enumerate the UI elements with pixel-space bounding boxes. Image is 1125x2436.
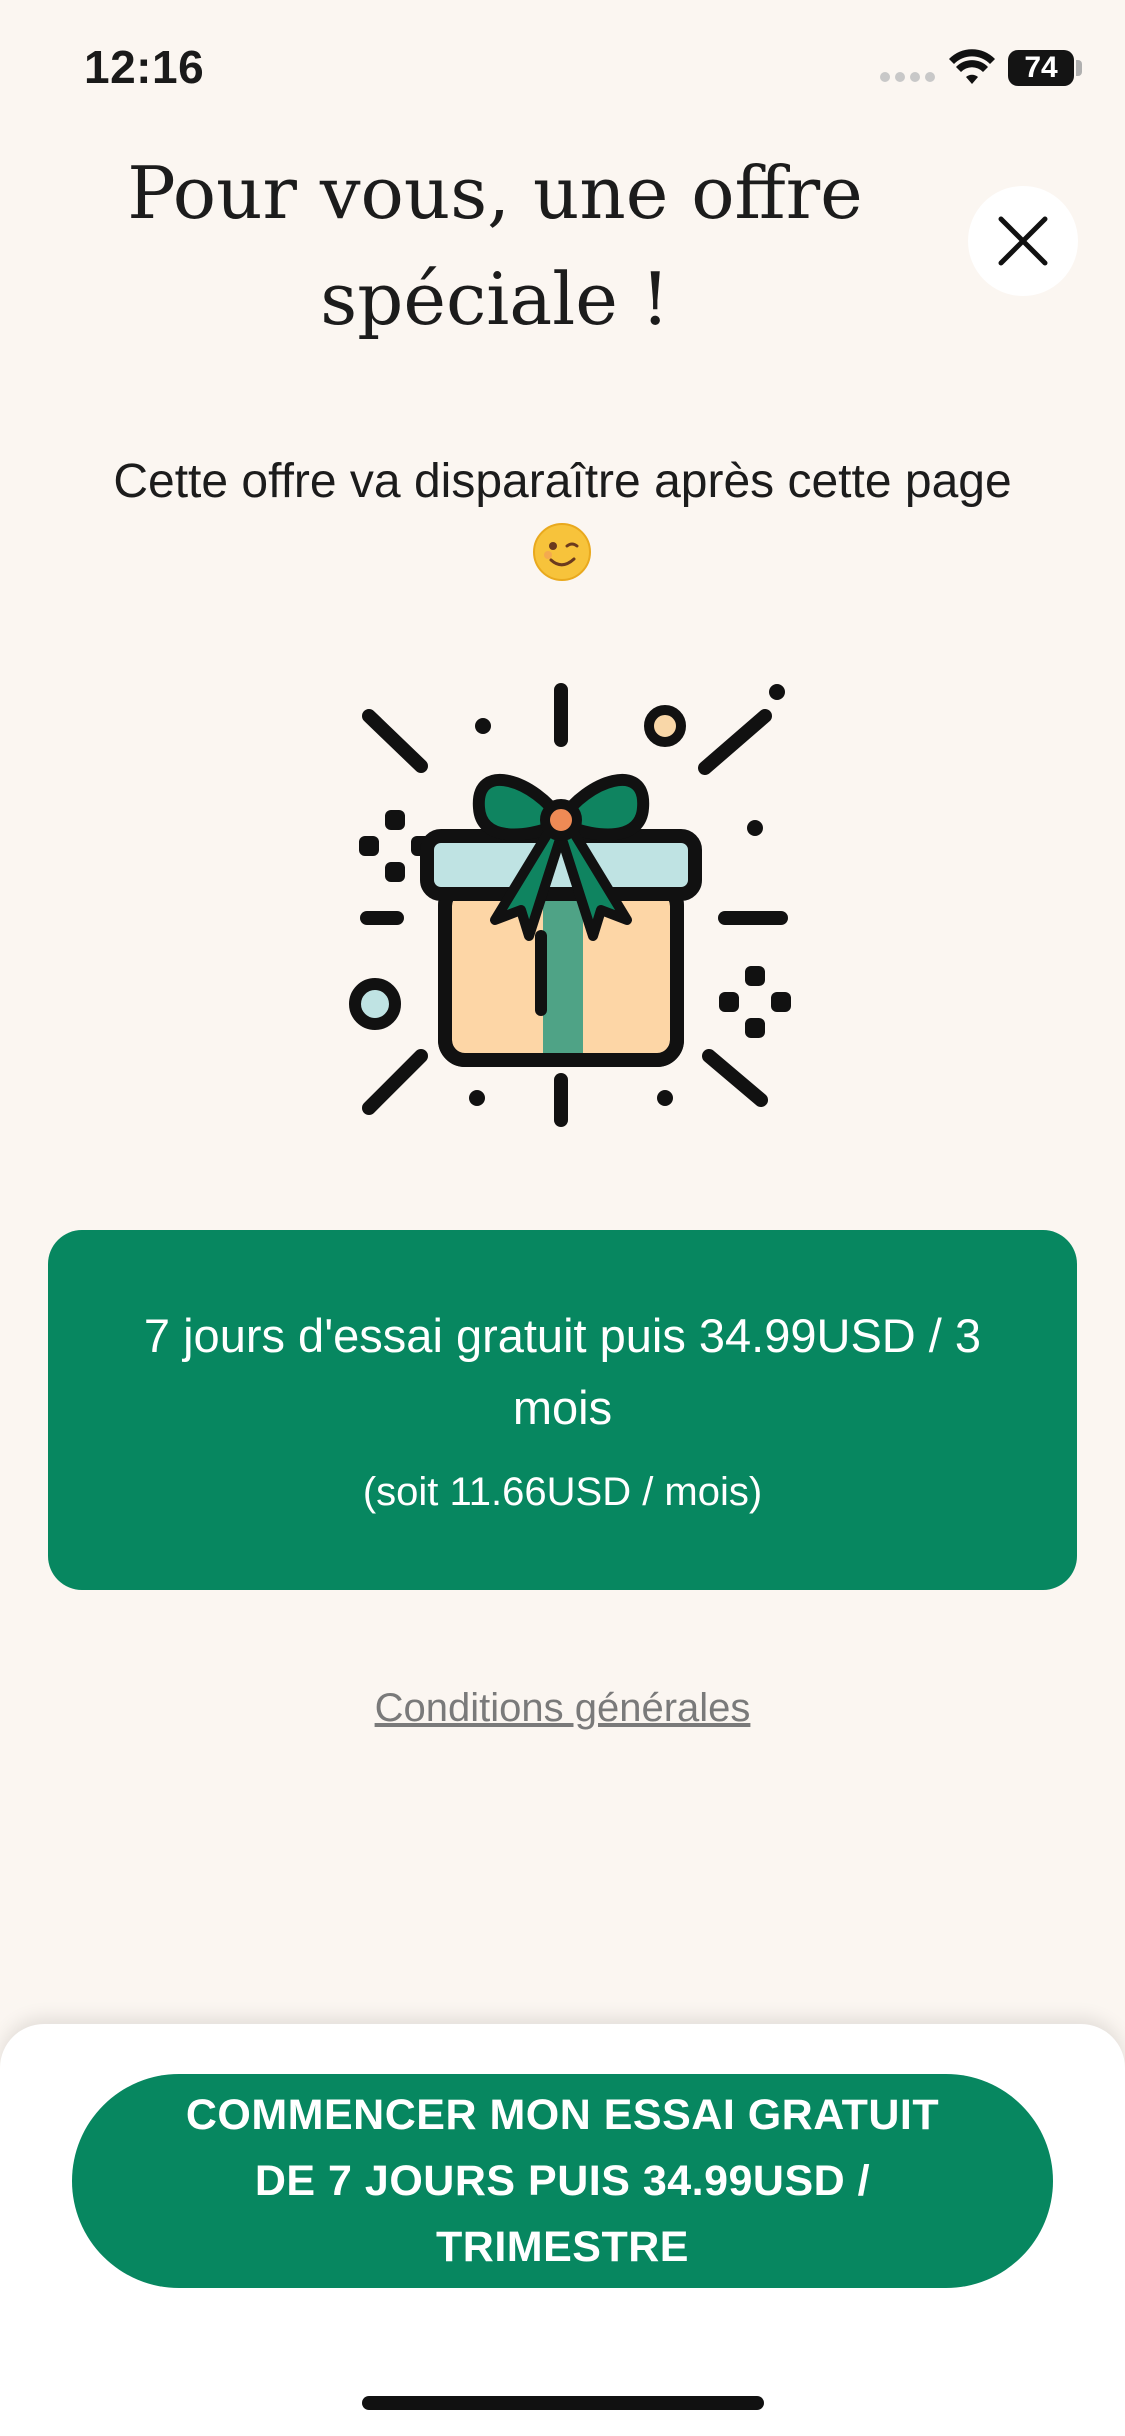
terms-link[interactable]: Conditions générales bbox=[0, 1686, 1125, 1731]
home-indicator[interactable] bbox=[362, 2396, 764, 2410]
battery-cap bbox=[1076, 60, 1082, 76]
winking-face-icon bbox=[533, 523, 591, 581]
battery-icon: 74 bbox=[1008, 50, 1074, 86]
offer-warning-text: Cette offre va disparaître après cette p… bbox=[113, 455, 1012, 508]
close-button[interactable] bbox=[968, 186, 1078, 296]
wifi-icon bbox=[949, 49, 995, 84]
offer-main-text: 7 jours d'essai gratuit puis 34.99USD / … bbox=[143, 1309, 982, 1434]
status-bar: 12:16 74 bbox=[0, 0, 1125, 140]
bottom-sheet: COMMENCER MON ESSAI GRATUIT DE 7 JOURS P… bbox=[0, 2024, 1125, 2436]
page-title: Pour vous, une offre spéciale ! bbox=[127, 151, 863, 341]
status-time: 12:16 bbox=[84, 41, 205, 93]
cellular-signal-icon bbox=[880, 72, 936, 86]
close-icon bbox=[998, 216, 1048, 266]
offer-monthly-price: (soit 11.66USD / mois) bbox=[362, 1470, 763, 1514]
offer-card[interactable]: 7 jours d'essai gratuit puis 34.99USD / … bbox=[48, 1230, 1077, 1590]
start-trial-button[interactable]: COMMENCER MON ESSAI GRATUIT DE 7 JOURS P… bbox=[72, 2074, 1053, 2288]
gift-box-icon bbox=[349, 683, 791, 1127]
